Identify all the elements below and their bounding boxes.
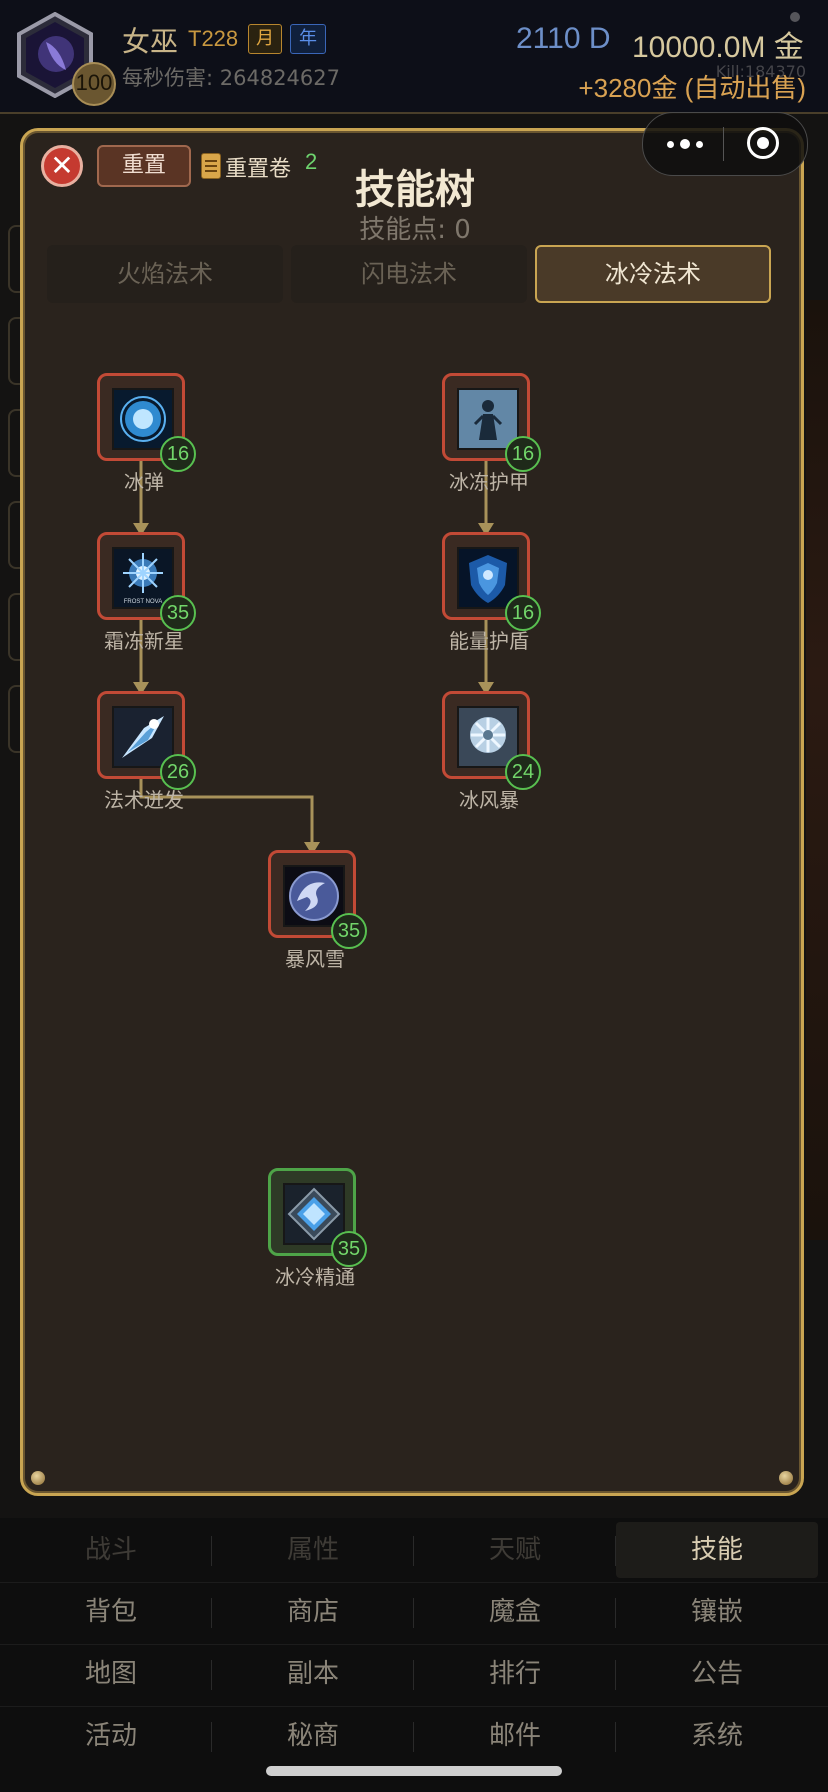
skill-node-ice-storm[interactable]: 24 冰风暴 bbox=[442, 691, 541, 812]
nav-battle[interactable]: 战斗 bbox=[10, 1522, 212, 1578]
frost-nova-icon-caption: FROST NOVA bbox=[124, 599, 162, 605]
nav-magic-box[interactable]: 魔盒 bbox=[414, 1584, 616, 1640]
nav-row: 战斗 属性 天赋 技能 bbox=[0, 1522, 828, 1583]
home-indicator[interactable] bbox=[266, 1766, 562, 1776]
top-header: 100 女巫 T228 月 年 每秒伤害: 264824627 2110 D 1… bbox=[0, 0, 828, 114]
nav-talents[interactable]: 天赋 bbox=[414, 1522, 616, 1578]
skill-connectors bbox=[133, 401, 494, 855]
skill-node-cold-mastery[interactable]: 35 冰冷精通 bbox=[268, 1168, 367, 1289]
nav-events[interactable]: 活动 bbox=[10, 1708, 212, 1764]
nav-system[interactable]: 系统 bbox=[616, 1708, 818, 1764]
yearly-card-badge[interactable]: 年 bbox=[290, 24, 326, 54]
gold-income-rate: +3280金 (自动出售) bbox=[578, 73, 806, 103]
skill-node-frozen-armor[interactable]: 16 冰冻护甲 bbox=[442, 373, 541, 494]
bottom-navigation: 战斗 属性 天赋 技能 背包 商店 魔盒 镶嵌 地图 副本 排行 公告 活动 秘… bbox=[0, 1518, 828, 1792]
nav-map[interactable]: 地图 bbox=[10, 1646, 212, 1702]
character-name: 女巫 bbox=[122, 25, 179, 58]
skill-tree: 16 冰弹 FROST NOVA 35 霜冻新星 26 法术迸发 16 冰冻护甲 bbox=[23, 131, 807, 1499]
dps-readout: 每秒伤害: 264824627 bbox=[122, 66, 340, 90]
skill-name: 法术迸发 bbox=[104, 788, 184, 812]
nav-inlay[interactable]: 镶嵌 bbox=[616, 1584, 818, 1640]
nav-dungeon[interactable]: 副本 bbox=[212, 1646, 414, 1702]
nav-mail[interactable]: 邮件 bbox=[414, 1708, 616, 1764]
skill-name: 冰弹 bbox=[124, 470, 164, 494]
skill-name: 霜冻新星 bbox=[104, 629, 184, 653]
diamond-count: 2110 D bbox=[516, 22, 611, 55]
background-scene-strip bbox=[806, 300, 828, 1240]
settings-dot-icon[interactable] bbox=[790, 12, 800, 22]
tier-label: T228 bbox=[188, 26, 239, 51]
monthly-card-badge[interactable]: 月 bbox=[248, 24, 282, 54]
nav-secret-merchant[interactable]: 秘商 bbox=[212, 1708, 414, 1764]
nav-skills[interactable]: 技能 bbox=[616, 1522, 818, 1578]
nav-backpack[interactable]: 背包 bbox=[10, 1584, 212, 1640]
skill-tree-panel: ✕ 重置 重置卷 2 技能树 技能点: 0 火焰法术 闪电法术 冰冷法术 16 … bbox=[20, 128, 804, 1496]
skill-node-spell-burst[interactable]: 26 法术迸发 bbox=[97, 691, 196, 812]
exit-miniprogram-icon[interactable] bbox=[747, 127, 779, 159]
nav-row: 地图 副本 排行 公告 bbox=[0, 1646, 828, 1707]
skill-name: 能量护盾 bbox=[449, 629, 529, 653]
level-badge: 100 bbox=[72, 62, 116, 106]
skill-node-ice-bolt[interactable]: 16 冰弹 bbox=[97, 373, 196, 494]
miniprogram-capsule bbox=[642, 112, 808, 176]
skill-name: 冰风暴 bbox=[459, 788, 519, 812]
nav-attributes[interactable]: 属性 bbox=[212, 1522, 414, 1578]
skill-node-energy-shield[interactable]: 16 能量护盾 bbox=[442, 532, 541, 653]
gold-count: 10000.0M 金 bbox=[632, 31, 804, 64]
nav-shop[interactable]: 商店 bbox=[212, 1584, 414, 1640]
nav-announcement[interactable]: 公告 bbox=[616, 1646, 818, 1702]
skill-node-blizzard[interactable]: 35 暴风雪 bbox=[268, 850, 367, 971]
skill-name: 冰冷精通 bbox=[275, 1265, 355, 1289]
more-options-icon[interactable] bbox=[663, 129, 707, 159]
skill-name: 冰冻护甲 bbox=[449, 470, 529, 494]
nav-row: 活动 秘商 邮件 系统 bbox=[0, 1708, 828, 1768]
skill-name: 暴风雪 bbox=[285, 947, 345, 971]
nav-ranking[interactable]: 排行 bbox=[414, 1646, 616, 1702]
skill-node-frost-nova[interactable]: FROST NOVA 35 霜冻新星 bbox=[97, 532, 196, 653]
nav-row: 背包 商店 魔盒 镶嵌 bbox=[0, 1584, 828, 1645]
